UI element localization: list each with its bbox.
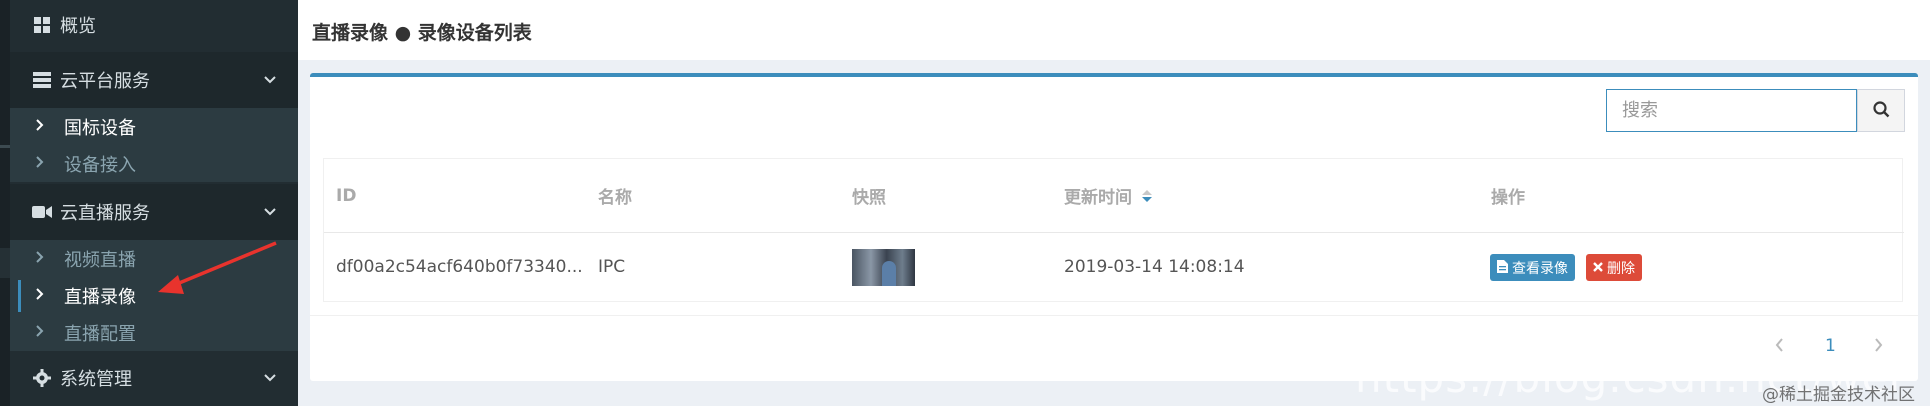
cell-id: df00a2c54acf640b0f73340...	[336, 257, 583, 277]
video-camera-icon	[32, 202, 52, 222]
view-recording-button[interactable]: 查看录像	[1490, 254, 1575, 281]
chevron-right-icon	[36, 155, 46, 172]
left-edge-strip	[0, 0, 10, 406]
box-footer-divider	[310, 315, 1918, 316]
search-input[interactable]	[1606, 89, 1857, 132]
sidebar-item-label: 概览	[60, 16, 96, 37]
column-header-snapshot: 快照	[852, 188, 886, 208]
delete-label: 删除	[1607, 260, 1635, 277]
dashboard-icon	[32, 15, 52, 35]
chevron-down-icon	[264, 72, 276, 88]
close-icon	[1593, 261, 1603, 275]
sidebar-item-label: 国标设备	[64, 117, 136, 139]
gear-icon	[32, 368, 52, 388]
cell-name: IPC	[598, 257, 626, 277]
delete-button[interactable]: 删除	[1586, 254, 1642, 281]
sidebar-item-label: 视频直播	[64, 249, 136, 271]
chevron-right-icon	[36, 118, 46, 135]
chevron-down-icon	[264, 204, 276, 220]
sidebar-group-label: 系统管理	[60, 369, 132, 390]
content-header: 直播录像 ● 录像设备列表	[298, 0, 1930, 60]
annotation-arrow-icon	[158, 241, 277, 294]
watermark-community: @稀土掘金技术社区	[1762, 385, 1915, 405]
sidebar-group-label: 云平台服务	[60, 71, 150, 92]
chevron-right-icon	[36, 250, 46, 267]
cell-update-time: 2019-03-14 14:08:14	[1064, 257, 1245, 277]
search-button[interactable]	[1857, 89, 1905, 132]
sidebar: 概览 云平台服务 国标设备 设备接入 云直播服务 视频直播 直播录像 直播配置 …	[10, 0, 298, 406]
column-header-actions: 操作	[1491, 188, 1525, 208]
sort-icon[interactable]	[1141, 189, 1153, 203]
column-header-update-time[interactable]: 更新时间	[1064, 159, 1153, 232]
column-header-name: 名称	[598, 188, 632, 208]
sidebar-group-label: 云直播服务	[60, 203, 150, 224]
sidebar-group-system[interactable]: 系统管理	[10, 350, 298, 406]
sidebar-item-label: 直播录像	[64, 286, 136, 308]
chevron-down-icon	[264, 370, 276, 386]
search-icon	[1872, 100, 1890, 121]
file-icon	[1497, 259, 1508, 276]
sidebar-item-label: 直播配置	[64, 323, 136, 345]
sidebar-item-label: 设备接入	[64, 154, 136, 176]
sidebar-item-device-access[interactable]: 设备接入	[10, 145, 298, 182]
device-table: ID 名称 快照 更新时间 操作 df00a2c54acf640b0f73340…	[323, 158, 1904, 302]
page-title: 直播录像 ● 录像设备列表	[312, 22, 532, 44]
column-header-id: ID	[336, 185, 357, 206]
sidebar-submenu-cloud-platform: 国标设备 设备接入	[10, 108, 298, 182]
sidebar-group-cloud-platform[interactable]: 云平台服务	[10, 52, 298, 108]
chevron-right-icon	[36, 287, 46, 304]
view-recording-label: 查看录像	[1512, 260, 1568, 277]
sidebar-item-overview[interactable]: 概览	[10, 0, 298, 50]
snapshot-thumbnail[interactable]	[852, 248, 915, 286]
sidebar-group-cloud-live[interactable]: 云直播服务	[10, 184, 298, 240]
cell-snapshot	[852, 233, 915, 301]
sidebar-item-gb-devices[interactable]: 国标设备	[10, 108, 298, 145]
column-header-label: 更新时间	[1064, 188, 1132, 208]
chevron-right-icon	[36, 324, 46, 341]
sidebar-item-live-config[interactable]: 直播配置	[10, 314, 298, 351]
server-icon	[32, 70, 52, 90]
